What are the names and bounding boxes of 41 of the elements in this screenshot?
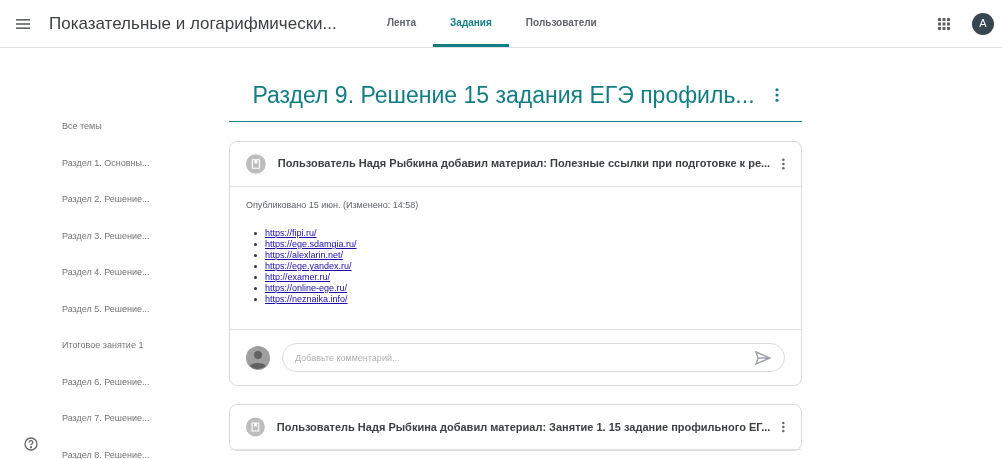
topic-link[interactable]: Раздел 6. Решение... xyxy=(62,375,229,412)
topic-link[interactable]: Раздел 1. Основны... xyxy=(62,156,229,193)
bullet-icon xyxy=(254,276,257,279)
link[interactable]: http://examer.ru/ xyxy=(265,272,331,283)
apps-grid-icon[interactable] xyxy=(938,17,950,30)
send-icon[interactable] xyxy=(755,351,771,365)
topic-link[interactable]: Раздел 4. Решение... xyxy=(62,266,229,303)
topic-link[interactable]: Все темы xyxy=(62,120,229,157)
link[interactable]: https://fipi.ru/ xyxy=(265,228,317,239)
menu-icon[interactable] xyxy=(16,18,30,29)
topic-link[interactable]: Раздел 8. Решение... xyxy=(62,448,229,459)
nav-tab[interactable]: Пользователи xyxy=(508,0,614,47)
bullet-icon xyxy=(254,287,257,290)
topic-link[interactable]: Итоговое занятие 1 xyxy=(62,339,229,376)
post-title[interactable]: Пользователь Надя Рыбкина добавил материал: Занятие 1. 15 задание профильного ЕГ... xyxy=(276,418,771,436)
link[interactable]: https://alexlarin.net/ xyxy=(265,250,344,261)
nav-tab[interactable]: Лента xyxy=(370,0,434,47)
link[interactable]: https://neznaika.info/ xyxy=(265,294,348,305)
post-title[interactable]: Пользователь Надя Рыбкина добавил материал: Полезные ссылки при подготовке к ре... xyxy=(277,155,771,172)
section-title: Раздел 9. Решение 15 задания ЕГЭ профиль... xyxy=(252,81,755,110)
link[interactable]: https://ege.yandex.ru/ xyxy=(265,261,352,272)
more-icon[interactable] xyxy=(774,88,779,103)
account-avatar[interactable]: A xyxy=(972,12,994,35)
topic-link[interactable]: Раздел 7. Решение... xyxy=(62,412,229,449)
bullet-icon xyxy=(254,243,257,246)
topic-link[interactable]: Раздел 2. Решение... xyxy=(62,193,229,230)
bullet-icon xyxy=(254,232,257,235)
help-icon[interactable] xyxy=(24,437,38,451)
bullet-icon xyxy=(254,298,257,301)
comment-field[interactable]: Добавьте комментарий... xyxy=(282,343,785,372)
topic-link[interactable]: Раздел 5. Решение... xyxy=(62,302,229,339)
topic-link[interactable]: Раздел 3. Решение... xyxy=(62,229,229,266)
link[interactable]: https://online-ege.ru/ xyxy=(265,283,348,294)
bullet-icon xyxy=(254,254,257,257)
published-date: Опубликовано 15 июн. (Изменено: 14:58) xyxy=(246,198,420,212)
avatar-icon xyxy=(246,345,270,370)
nav-tab[interactable]: Задания xyxy=(433,0,509,47)
more-icon[interactable] xyxy=(782,419,785,435)
bullet-icon xyxy=(254,265,257,268)
course-title: Показательные и логарифмически... xyxy=(49,12,338,35)
link[interactable]: https://ege.sdamgia.ru/ xyxy=(265,239,357,250)
